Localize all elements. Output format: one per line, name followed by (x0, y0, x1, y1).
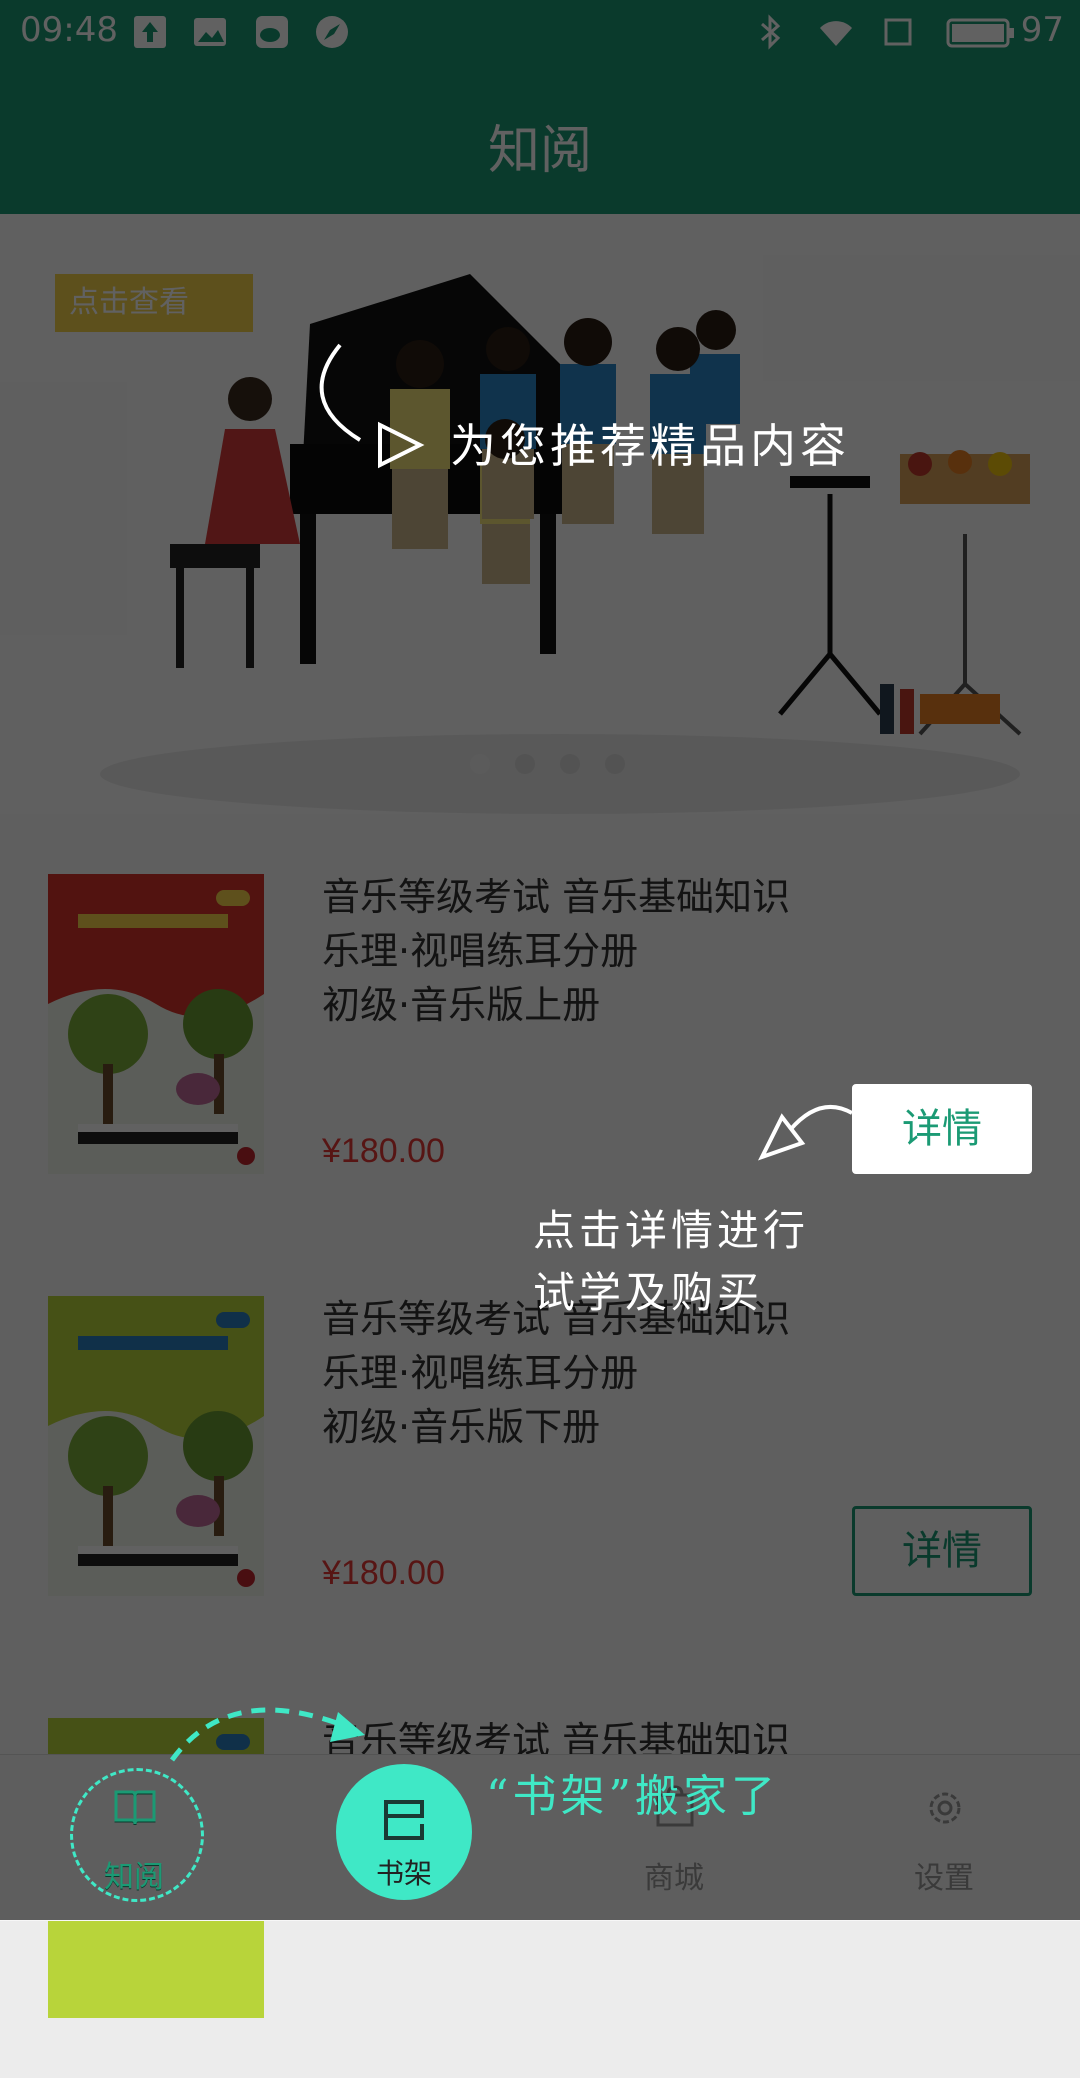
sim-icon (884, 18, 912, 46)
upload-icon (134, 16, 166, 48)
tab-label: 设置 (914, 1861, 974, 1896)
detail-button[interactable]: 详情 (852, 1506, 1032, 1596)
battery-level: 97 (1020, 10, 1064, 50)
carousel-dot (560, 754, 581, 774)
book-title: 音乐等级考试 音乐基础知识 乐理·视唱练耳分册 初级·音乐版上册 (322, 875, 791, 1027)
book-cover[interactable] (48, 874, 264, 1174)
carousel-dot (605, 754, 626, 774)
guide-detail-text: 点击详情进行 试学及购买 (533, 1206, 810, 1317)
page-title: 知阅 (487, 121, 592, 181)
battery-icon (946, 18, 1014, 48)
bookshelf-button[interactable]: 书架 (336, 1764, 472, 1900)
wifi-icon (820, 21, 852, 46)
tab-zhiyue-highlight[interactable]: 知阅 (34, 1754, 234, 1920)
guide-recommend-text: 为您推荐精品内容 (450, 419, 850, 473)
bookshelf-label: 书架 (375, 1857, 432, 1890)
book-cover[interactable] (48, 1296, 264, 1596)
detail-button[interactable]: 详情 (852, 1084, 1032, 1174)
carousel-indicator (470, 754, 645, 778)
tab-label: 商城 (644, 1861, 704, 1896)
image-icon (194, 18, 226, 46)
curved-arrow-icon (758, 1104, 853, 1161)
banner-view-tag[interactable]: 点击查看 (55, 274, 253, 332)
carousel-dot (470, 754, 490, 774)
banner-carousel[interactable]: 点击查看 (0, 214, 1080, 814)
bookshelf-icon (384, 1800, 424, 1840)
carousel-dot (515, 754, 536, 774)
tab-settings[interactable]: 设置 (844, 1755, 1044, 1921)
guide-shelf-text: “书架”搬家了 (486, 1771, 779, 1822)
status-time: 09:48 (20, 10, 118, 50)
tab-label: 知阅 (104, 1860, 164, 1895)
book-price: ¥180.00 (322, 1554, 445, 1592)
gear-icon (929, 1792, 961, 1824)
book-item[interactable]: 音乐等级考试 音乐基础知识 乐理·视唱练耳分册 初级·音乐版上册 ¥180.00… (0, 814, 1080, 1234)
compass-icon (316, 16, 348, 48)
app-bar: 知阅 (0, 64, 1080, 214)
status-bar: 09:48 97 (0, 0, 1080, 64)
weibo-icon (256, 16, 288, 48)
book-price: ¥180.00 (322, 1132, 445, 1170)
curved-arrow-icon (319, 343, 425, 469)
book-open-icon (114, 1790, 156, 1825)
bluetooth-icon (761, 14, 781, 50)
